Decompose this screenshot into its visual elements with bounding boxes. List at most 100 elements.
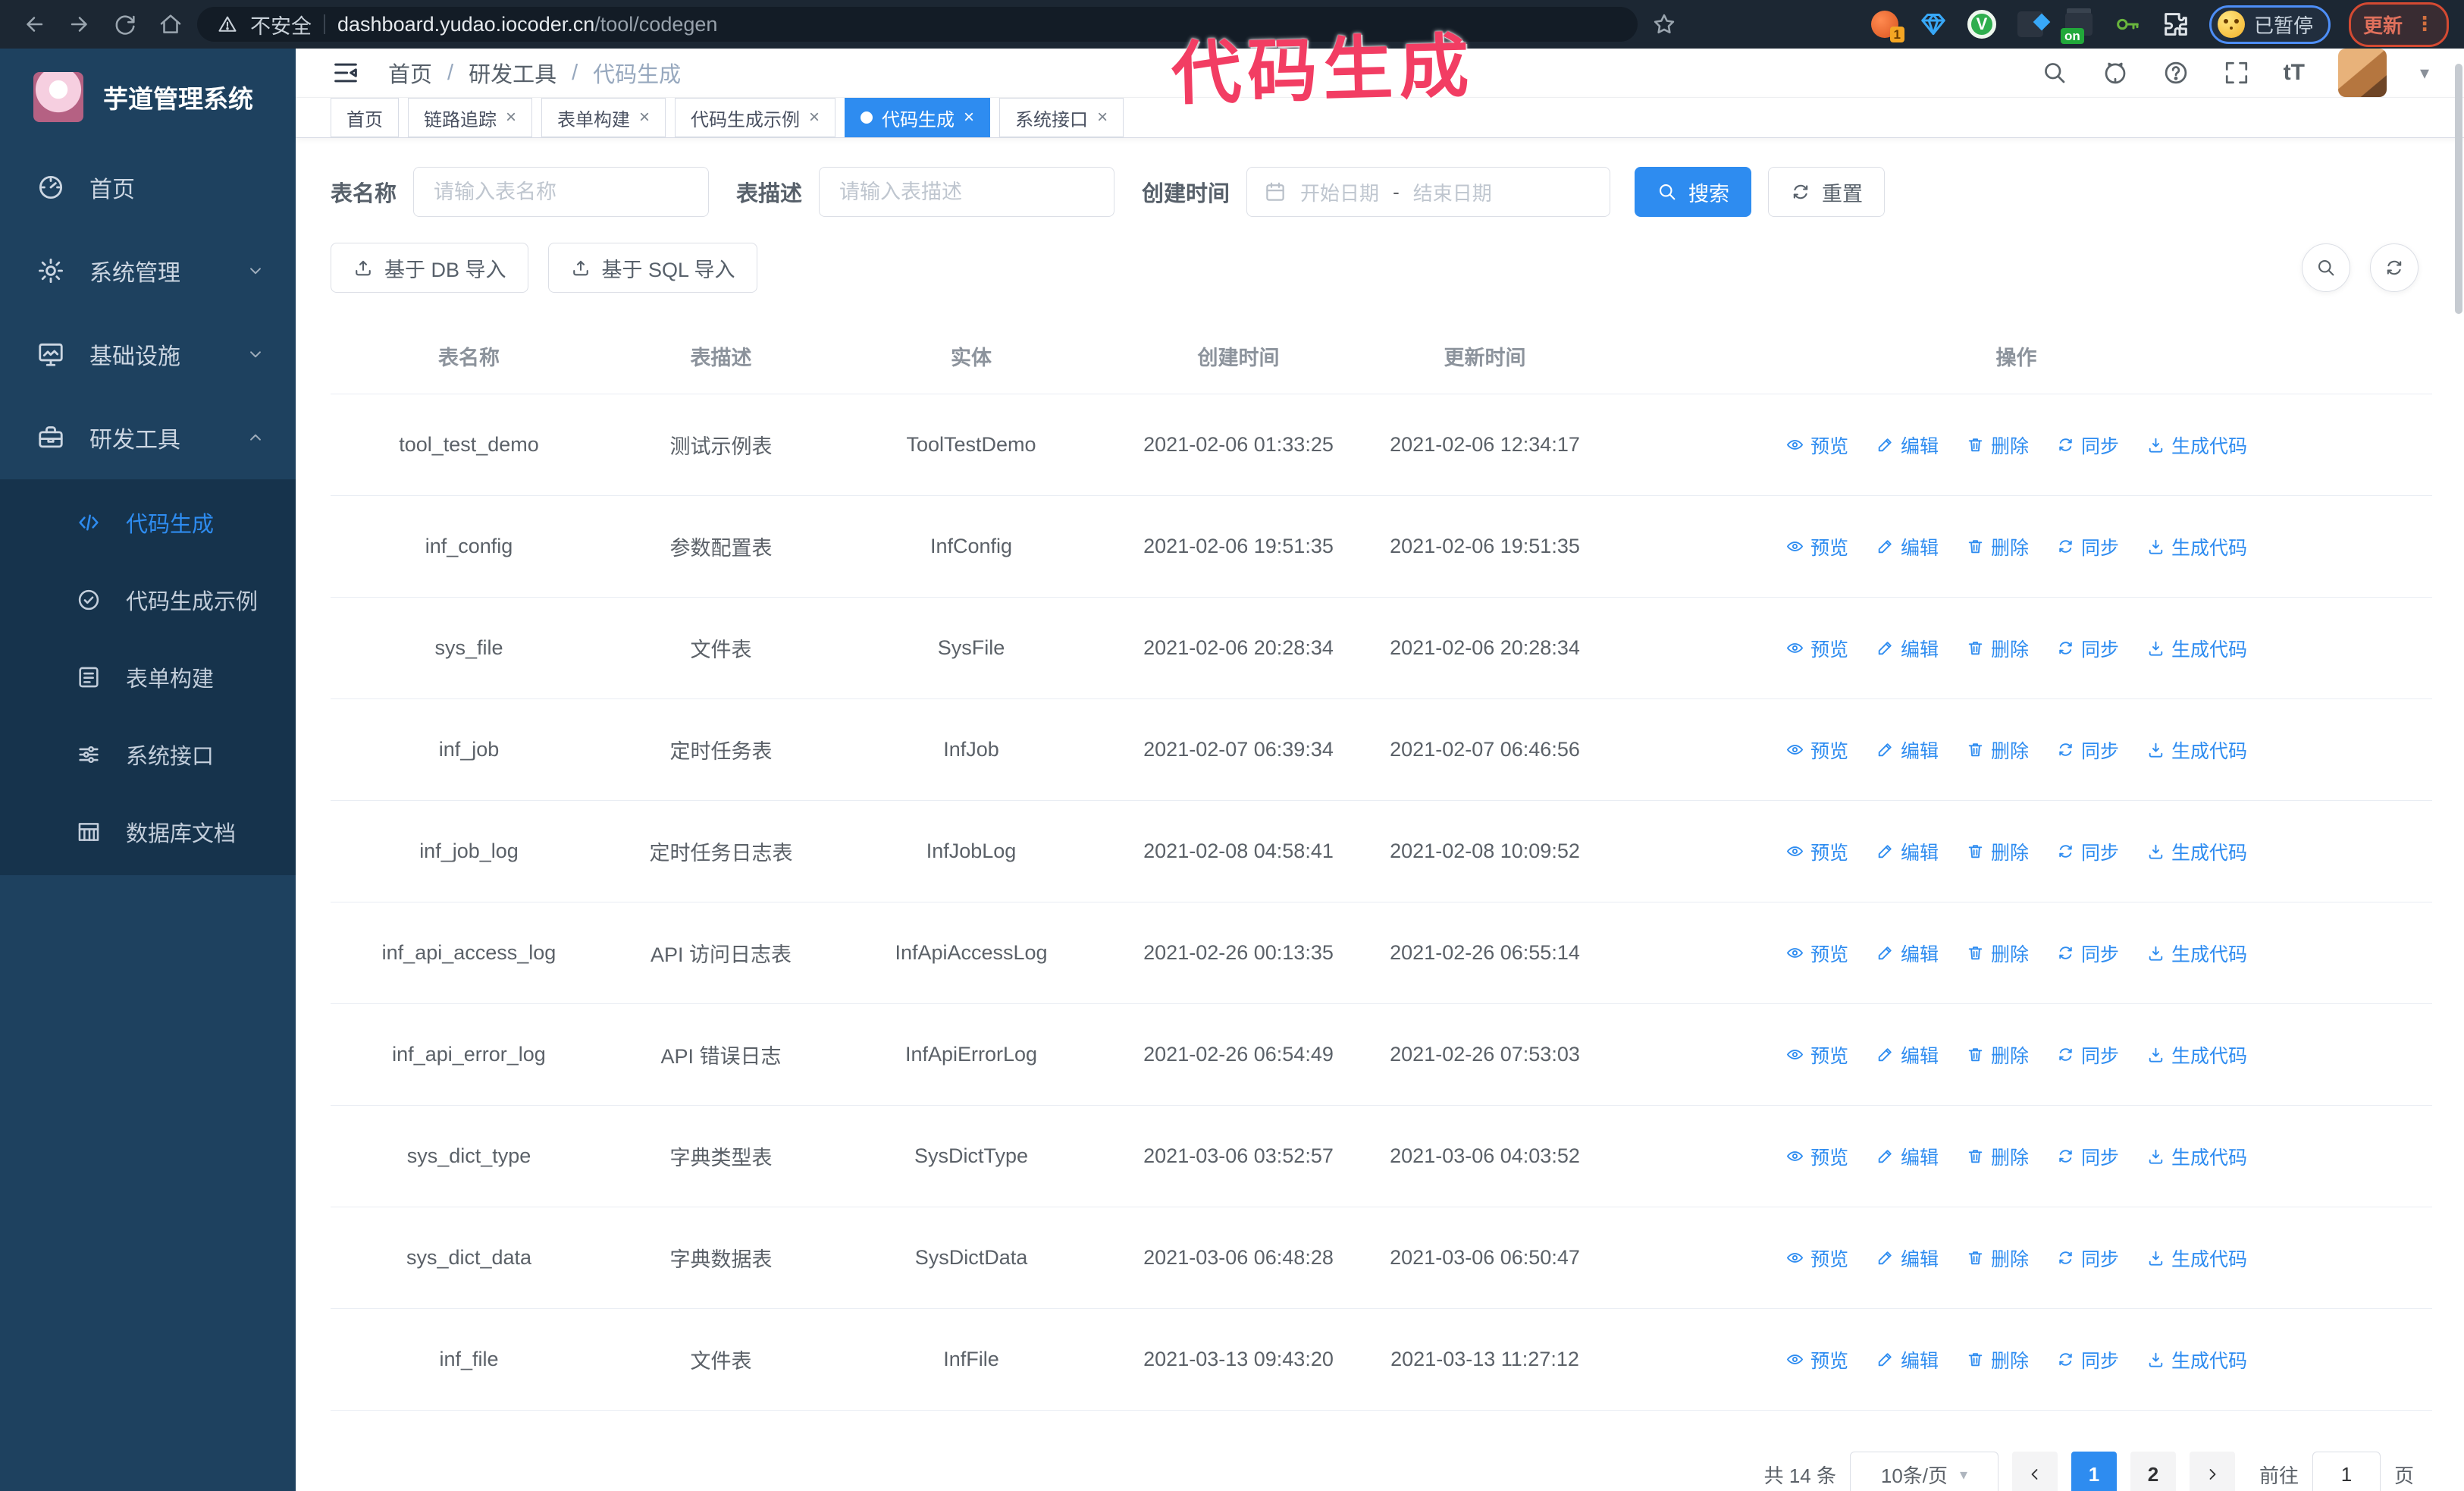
eye-action-link[interactable]: 预览 xyxy=(1785,1245,1848,1272)
app-logo-row[interactable]: 芋道管理系统 xyxy=(0,49,296,146)
sync-action-link[interactable]: 同步 xyxy=(2056,1041,2119,1069)
profile-paused-chip[interactable]: 已暂停 xyxy=(2209,5,2331,44)
extension-key-icon[interactable] xyxy=(2112,9,2143,39)
extension-orange-icon[interactable]: 1 xyxy=(1870,9,1904,42)
edit-action-link[interactable]: 编辑 xyxy=(1876,838,1939,865)
page-size-select[interactable]: 10条/页 ▾ xyxy=(1849,1452,1998,1491)
reset-button[interactable]: 重置 xyxy=(1768,167,1886,217)
end-date-placeholder[interactable]: 结束日期 xyxy=(1413,178,1492,206)
page-button-2[interactable]: 2 xyxy=(2130,1452,2176,1491)
search-button[interactable]: 搜索 xyxy=(1635,167,1752,217)
tab-首页[interactable]: 首页 xyxy=(331,98,399,137)
close-icon[interactable]: × xyxy=(964,108,974,127)
sidebar-subitem-sliders[interactable]: 系统接口 xyxy=(0,716,296,793)
delete-action-link[interactable]: 删除 xyxy=(1966,838,2029,865)
help-icon[interactable] xyxy=(2162,59,2190,86)
edit-action-link[interactable]: 编辑 xyxy=(1876,533,1939,560)
eye-action-link[interactable]: 预览 xyxy=(1785,432,1848,459)
tab-代码生成示例[interactable]: 代码生成示例 × xyxy=(675,98,836,137)
sync-action-link[interactable]: 同步 xyxy=(2056,838,2119,865)
delete-action-link[interactable]: 删除 xyxy=(1966,533,2029,560)
import-sql-button[interactable]: 基于 SQL 导入 xyxy=(547,243,757,293)
eye-action-link[interactable]: 预览 xyxy=(1785,1143,1848,1170)
download-action-link[interactable]: 生成代码 xyxy=(2146,533,2247,560)
header-search-icon[interactable] xyxy=(2041,59,2068,86)
forward-icon[interactable] xyxy=(61,5,99,43)
close-icon[interactable]: × xyxy=(809,108,820,127)
tab-链路追踪[interactable]: 链路追踪 × xyxy=(408,98,533,137)
browser-menu-icon[interactable]: ⋮ xyxy=(2415,14,2434,33)
close-icon[interactable]: × xyxy=(506,108,516,127)
edit-action-link[interactable]: 编辑 xyxy=(1876,940,1939,967)
eye-action-link[interactable]: 预览 xyxy=(1785,940,1848,967)
edit-action-link[interactable]: 编辑 xyxy=(1876,1041,1939,1069)
sidebar-toggle-icon[interactable] xyxy=(331,58,361,88)
import-db-button[interactable]: 基于 DB 导入 xyxy=(331,243,528,293)
user-avatar[interactable] xyxy=(2337,49,2387,97)
sidebar-item-dashboard[interactable]: 首页 xyxy=(0,146,296,229)
download-action-link[interactable]: 生成代码 xyxy=(2146,838,2247,865)
delete-action-link[interactable]: 删除 xyxy=(1966,1143,2029,1170)
sync-action-link[interactable]: 同步 xyxy=(2056,533,2119,560)
toggle-search-button[interactable] xyxy=(2302,243,2350,292)
delete-action-link[interactable]: 删除 xyxy=(1966,635,2029,662)
close-icon[interactable]: × xyxy=(1097,108,1108,127)
back-icon[interactable] xyxy=(15,5,53,43)
sidebar-subitem-db-table[interactable]: 数据库文档 xyxy=(0,793,296,871)
page-scrollbar[interactable] xyxy=(2455,64,2462,314)
extension-tampermonkey-icon[interactable]: on xyxy=(2060,9,2094,44)
tab-系统接口[interactable]: 系统接口 × xyxy=(999,98,1124,137)
start-date-placeholder[interactable]: 开始日期 xyxy=(1300,178,1379,206)
prev-page-button[interactable] xyxy=(2011,1452,2058,1491)
bookmark-star-icon[interactable] xyxy=(1645,5,1683,43)
download-action-link[interactable]: 生成代码 xyxy=(2146,635,2247,662)
eye-action-link[interactable]: 预览 xyxy=(1785,1041,1848,1069)
avatar-caret-icon[interactable]: ▾ xyxy=(2420,62,2429,84)
page-button-1[interactable]: 1 xyxy=(2071,1452,2117,1491)
date-range-picker[interactable]: 开始日期 - 结束日期 xyxy=(1246,167,1611,217)
sync-action-link[interactable]: 同步 xyxy=(2056,1346,2119,1373)
sync-action-link[interactable]: 同步 xyxy=(2056,736,2119,764)
next-page-button[interactable] xyxy=(2189,1452,2235,1491)
goto-page-input[interactable] xyxy=(2312,1452,2381,1491)
eye-action-link[interactable]: 预览 xyxy=(1785,533,1848,560)
fullscreen-icon[interactable] xyxy=(2223,59,2250,86)
delete-action-link[interactable]: 删除 xyxy=(1966,1346,2029,1373)
eye-action-link[interactable]: 预览 xyxy=(1785,736,1848,764)
sidebar-item-toolbox[interactable]: 研发工具 xyxy=(0,396,296,479)
edit-action-link[interactable]: 编辑 xyxy=(1876,1143,1939,1170)
sync-action-link[interactable]: 同步 xyxy=(2056,1245,2119,1272)
sidebar-subitem-form[interactable]: 表单构建 xyxy=(0,639,296,716)
download-action-link[interactable]: 生成代码 xyxy=(2146,1346,2247,1373)
eye-action-link[interactable]: 预览 xyxy=(1785,635,1848,662)
reload-icon[interactable] xyxy=(106,5,144,43)
delete-action-link[interactable]: 删除 xyxy=(1966,736,2029,764)
edit-action-link[interactable]: 编辑 xyxy=(1876,736,1939,764)
chrome-update-button[interactable]: 更新 ⋮ xyxy=(2348,2,2449,47)
home-icon[interactable] xyxy=(152,5,190,43)
sync-action-link[interactable]: 同步 xyxy=(2056,940,2119,967)
breadcrumb-home[interactable]: 首页 xyxy=(388,57,432,89)
delete-action-link[interactable]: 删除 xyxy=(1966,1245,2029,1272)
breadcrumb-dev-tools[interactable]: 研发工具 xyxy=(469,57,556,89)
extensions-puzzle-icon[interactable] xyxy=(2161,9,2191,39)
download-action-link[interactable]: 生成代码 xyxy=(2146,1245,2247,1272)
sync-action-link[interactable]: 同步 xyxy=(2056,635,2119,662)
tab-代码生成[interactable]: 代码生成 × xyxy=(845,98,991,137)
delete-action-link[interactable]: 删除 xyxy=(1966,1041,2029,1069)
sidebar-item-monitor[interactable]: 基础设施 xyxy=(0,312,296,396)
eye-action-link[interactable]: 预览 xyxy=(1785,1346,1848,1373)
sync-action-link[interactable]: 同步 xyxy=(2056,1143,2119,1170)
refresh-button[interactable] xyxy=(2370,243,2419,292)
tab-表单构建[interactable]: 表单构建 × xyxy=(541,98,666,137)
sidebar-subitem-code[interactable]: 代码生成 xyxy=(0,484,296,561)
delete-action-link[interactable]: 删除 xyxy=(1966,940,2029,967)
font-size-icon[interactable]: tT xyxy=(2284,60,2305,86)
download-action-link[interactable]: 生成代码 xyxy=(2146,1041,2247,1069)
edit-action-link[interactable]: 编辑 xyxy=(1876,1346,1939,1373)
sidebar-item-gear[interactable]: 系统管理 xyxy=(0,229,296,312)
sync-action-link[interactable]: 同步 xyxy=(2056,432,2119,459)
table-desc-input[interactable] xyxy=(819,167,1115,217)
edit-action-link[interactable]: 编辑 xyxy=(1876,635,1939,662)
edit-action-link[interactable]: 编辑 xyxy=(1876,1245,1939,1272)
